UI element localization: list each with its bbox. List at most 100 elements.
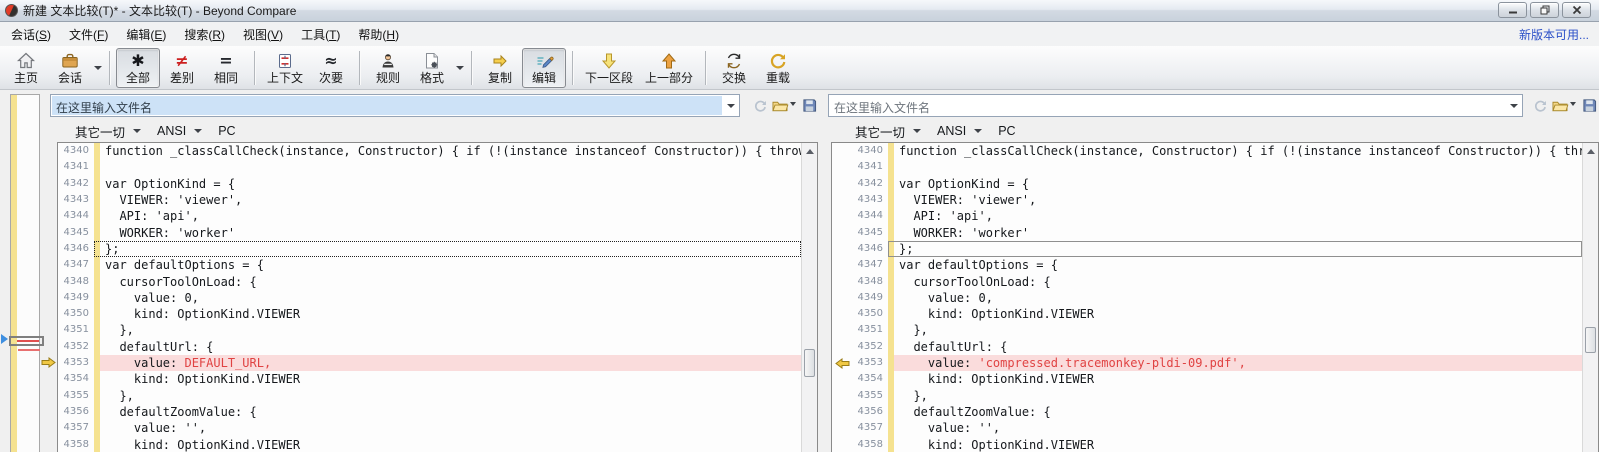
code-line[interactable]: 4356 defaultZoomValue: { [58, 404, 801, 421]
left-browse-dropdown[interactable] [790, 102, 796, 106]
code-line[interactable]: 4355 }, [58, 387, 801, 404]
code-text[interactable]: kind: OptionKind.VIEWER [894, 371, 1582, 387]
right-browse-dropdown[interactable] [1570, 102, 1576, 106]
code-line[interactable]: 4349 value: 0, [58, 289, 801, 307]
left-filename-dropdown[interactable] [723, 95, 739, 116]
toolbar-button-session[interactable]: 会话 [48, 48, 92, 88]
toolbar-button-next-section[interactable]: 下一区段 [579, 48, 639, 88]
menu-item-help[interactable]: 帮助(H) [349, 22, 408, 47]
toolbar-button-home[interactable]: 主页 [4, 48, 48, 88]
left-browse-button[interactable] [770, 94, 790, 116]
code-text[interactable]: value: DEFAULT_URL, [100, 355, 801, 372]
dropdown-caret[interactable] [92, 48, 103, 88]
toolbar-button-same[interactable]: = 相同 [204, 48, 248, 88]
new-version-link[interactable]: 新版本可用... [1519, 26, 1589, 43]
format-everything-else[interactable]: 其它一切 [75, 122, 125, 141]
left-filename-combo[interactable]: 在这里输入文件名 [50, 94, 740, 117]
line-ending-pc[interactable]: PC [218, 124, 235, 138]
dropdown-caret[interactable] [194, 129, 203, 133]
menu-item-edit[interactable]: 编辑(E) [117, 22, 175, 47]
code-line[interactable]: 4357 value: '', [58, 420, 801, 437]
code-text[interactable]: kind: OptionKind.VIEWER [894, 306, 1582, 322]
dropdown-caret[interactable] [454, 48, 465, 88]
code-line[interactable]: 4353 value: 'compressed.tracemonkey-pldi… [832, 355, 1582, 372]
toolbar-button-rules[interactable]: 规则 [366, 48, 410, 88]
code-text[interactable]: }, [100, 388, 801, 404]
menu-item-session[interactable]: 会话(S) [2, 22, 60, 47]
code-line[interactable]: 4343 VIEWER: 'viewer', [58, 191, 801, 209]
scroll-up-button[interactable] [1583, 143, 1598, 159]
code-line[interactable]: 4342 var OptionKind = { [832, 175, 1582, 192]
code-text[interactable]: var defaultOptions = { [100, 257, 801, 273]
code-text[interactable]: WORKER: 'worker' [894, 225, 1582, 241]
code-line[interactable]: 4354 kind: OptionKind.VIEWER [58, 371, 801, 388]
code-line[interactable]: 4343 VIEWER: 'viewer', [832, 191, 1582, 209]
menu-item-file[interactable]: 文件(F) [60, 22, 117, 47]
code-text[interactable]: defaultZoomValue: { [100, 404, 801, 420]
code-text[interactable]: value: 0, [894, 290, 1582, 306]
code-text[interactable]: kind: OptionKind.VIEWER [894, 437, 1582, 452]
code-line[interactable]: 4345 WORKER: 'worker' [58, 224, 801, 241]
scroll-up-button[interactable] [802, 143, 817, 159]
code-line[interactable]: 4355 }, [832, 387, 1582, 404]
code-text[interactable] [100, 159, 801, 175]
code-text[interactable]: }; [100, 241, 801, 257]
code-text[interactable]: }, [894, 388, 1582, 404]
code-text[interactable]: }; [894, 241, 1582, 257]
toolbar-button-context[interactable]: 上下文 [261, 48, 309, 88]
code-text[interactable]: function _classCallCheck(instance, Const… [894, 143, 1582, 159]
close-button[interactable] [1562, 2, 1591, 18]
code-text[interactable]: var defaultOptions = { [894, 257, 1582, 273]
code-text[interactable]: }, [894, 322, 1582, 338]
format-everything-else[interactable]: 其它一切 [855, 122, 905, 141]
toolbar-button-reload[interactable]: 重载 [756, 48, 800, 88]
right-browse-button[interactable] [1550, 94, 1570, 116]
menu-item-view[interactable]: 视图(V) [234, 22, 292, 47]
code-text[interactable]: defaultZoomValue: { [894, 404, 1582, 420]
code-line[interactable]: 4341 [58, 159, 801, 176]
code-line[interactable]: 4340 function _classCallCheck(instance, C… [58, 143, 801, 160]
right-save-button[interactable] [1579, 94, 1599, 116]
code-line[interactable]: 4352 defaultUrl: { [832, 338, 1582, 356]
toolbar-button-minor[interactable]: ≈ 次要 [309, 48, 353, 88]
code-line[interactable]: 4351 }, [832, 322, 1582, 339]
code-line[interactable]: 4348 cursorToolOnLoad: { [832, 273, 1582, 290]
code-text[interactable]: kind: OptionKind.VIEWER [100, 306, 801, 322]
code-line[interactable]: 4349 value: 0, [832, 289, 1582, 307]
code-text[interactable]: VIEWER: 'viewer', [100, 192, 801, 208]
code-text[interactable]: function _classCallCheck(instance, Const… [100, 143, 801, 159]
code-line[interactable]: 4341 [832, 159, 1582, 176]
menu-item-tools[interactable]: 工具(T) [292, 22, 349, 47]
menu-item-search[interactable]: 搜索(R) [175, 22, 234, 47]
code-text[interactable]: WORKER: 'worker' [100, 225, 801, 241]
encoding-ansi[interactable]: ANSI [157, 124, 186, 138]
code-text[interactable]: kind: OptionKind.VIEWER [100, 371, 801, 387]
dropdown-caret[interactable] [133, 129, 142, 133]
code-line[interactable]: 4350 kind: OptionKind.VIEWER [832, 306, 1582, 323]
code-text[interactable]: VIEWER: 'viewer', [894, 192, 1582, 208]
code-line[interactable]: 4344 API: 'api', [58, 208, 801, 225]
right-filename-dropdown[interactable] [1506, 95, 1522, 116]
code-line[interactable]: 4358 kind: OptionKind.VIEWER [58, 436, 801, 452]
code-text[interactable]: var OptionKind = { [100, 176, 801, 192]
code-line[interactable]: 4354 kind: OptionKind.VIEWER [832, 371, 1582, 388]
code-line[interactable]: 4352 defaultUrl: { [58, 338, 801, 356]
code-line[interactable]: 4347 var defaultOptions = { [58, 257, 801, 274]
code-text[interactable]: var OptionKind = { [894, 176, 1582, 192]
code-line[interactable]: 4348 cursorToolOnLoad: { [58, 273, 801, 290]
code-text[interactable]: value: '', [100, 420, 801, 436]
code-line[interactable]: 4340 function _classCallCheck(instance, C… [832, 143, 1582, 160]
code-text[interactable]: API: 'api', [894, 208, 1582, 224]
code-line[interactable]: 4358 kind: OptionKind.VIEWER [832, 436, 1582, 452]
minimize-button[interactable] [1498, 2, 1527, 18]
dropdown-caret[interactable] [913, 129, 922, 133]
toolbar-button-differences[interactable]: ≠ 差别 [160, 48, 204, 88]
left-scrollbar-thumb[interactable] [804, 349, 815, 377]
code-text[interactable]: value: '', [894, 420, 1582, 436]
code-text[interactable]: value: 0, [100, 290, 801, 306]
code-line[interactable]: 4357 value: '', [832, 420, 1582, 437]
toolbar-button-edit[interactable]: 编辑 [522, 47, 567, 88]
line-ending-pc[interactable]: PC [998, 124, 1015, 138]
code-line[interactable]: 4346}; [832, 240, 1582, 258]
code-text[interactable]: defaultUrl: { [100, 339, 801, 355]
